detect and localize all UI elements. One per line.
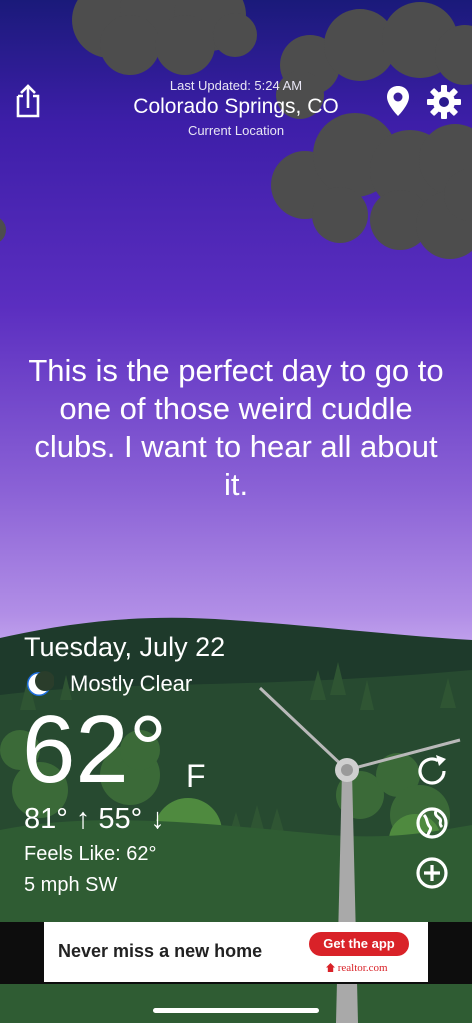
condition-text: Mostly Clear (70, 671, 193, 696)
cloud-left-edge (0, 218, 6, 242)
location-pin-icon (387, 86, 409, 116)
current-temperature: 62° (22, 696, 168, 803)
refresh-icon (418, 755, 446, 785)
temperature-unit[interactable]: F (186, 758, 206, 795)
ad-banner[interactable]: Never miss a new home Get the app realto… (44, 922, 428, 982)
ad-headline: Never miss a new home (58, 941, 263, 961)
house-icon (326, 963, 335, 972)
refresh-button[interactable] (414, 753, 450, 789)
cloud-top (72, 0, 257, 75)
wind: 5 mph SW (24, 874, 118, 896)
radar-button[interactable] (414, 805, 450, 841)
globe-icon (416, 807, 448, 839)
forecast-date: Tuesday, July 22 (24, 632, 226, 662)
gear-icon (427, 85, 461, 119)
high-low-row: 81° ↑ 55° ↓ (24, 803, 165, 836)
weather-message: This is the perfect day to go to one of … (28, 353, 444, 502)
clouds (0, 0, 472, 259)
ad-brand: realtor.com (326, 962, 388, 974)
low-temperature: 55° ↓ (98, 803, 165, 835)
settings-button[interactable] (426, 84, 462, 120)
ad-cta-button[interactable]: Get the app (309, 932, 409, 956)
high-temperature: 81° ↑ (24, 803, 91, 835)
feels-like: Feels Like: 62° (24, 843, 157, 865)
add-location-button[interactable] (414, 855, 450, 891)
location-button[interactable] (384, 84, 412, 118)
crescent-moon-icon (27, 671, 54, 696)
add-circle-icon (416, 857, 448, 889)
home-indicator[interactable] (153, 1008, 319, 1013)
location-subtitle: Current Location (187, 123, 285, 138)
ad-brand-name: realtor.com (337, 962, 388, 974)
